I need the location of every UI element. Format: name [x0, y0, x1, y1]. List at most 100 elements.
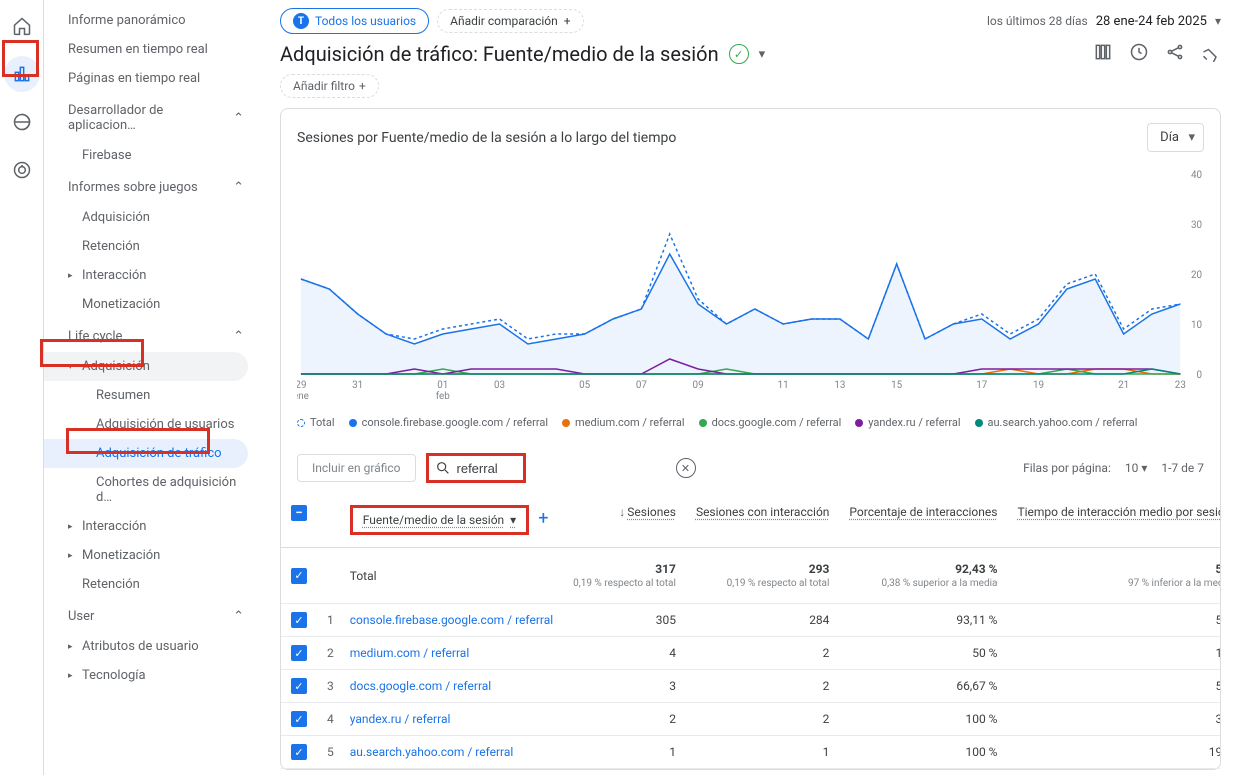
- sidebar-item-retention[interactable]: Retención: [44, 570, 256, 599]
- sidebar-item-games-ret[interactable]: Retención: [44, 232, 256, 261]
- sidebar-item-realtime-summary[interactable]: Resumen en tiempo real: [44, 35, 256, 64]
- svg-text:0: 0: [1196, 370, 1202, 381]
- sidebar-item-games-int[interactable]: ▸Interacción: [44, 261, 256, 290]
- source-link[interactable]: yandex.ru / referral: [350, 712, 451, 726]
- status-check-icon[interactable]: ✓: [729, 44, 749, 64]
- svg-text:40: 40: [1191, 170, 1202, 181]
- select-all-checkbox[interactable]: [291, 505, 307, 521]
- sidebar-item-acq-summary[interactable]: Resumen: [44, 381, 256, 410]
- col-engaged-sessions[interactable]: Sesiones con interacción: [696, 505, 829, 519]
- table-row[interactable]: 1console.firebase.google.com / referral3…: [281, 604, 1220, 637]
- reports-icon[interactable]: [4, 56, 40, 92]
- col-engagement-rate[interactable]: Porcentaje de interacciones: [849, 505, 997, 519]
- svg-text:15: 15: [891, 380, 902, 391]
- svg-text:30: 30: [1191, 220, 1202, 231]
- row-checkbox[interactable]: [291, 744, 307, 760]
- sidebar-item-firebase[interactable]: Firebase: [44, 141, 256, 170]
- sidebar-item-realtime-pages[interactable]: Páginas en tiempo real: [44, 64, 256, 93]
- clear-search-icon[interactable]: ✕: [676, 458, 696, 478]
- legend-item[interactable]: docs.google.com / referral: [699, 416, 842, 429]
- sidebar-section-lifecycle[interactable]: Life cycle⌃: [44, 319, 256, 352]
- add-dimension-button[interactable]: +: [538, 508, 548, 529]
- dimension-select[interactable]: Fuente/medio de la sesión ▾: [350, 505, 529, 535]
- row-checkbox[interactable]: [291, 612, 307, 628]
- share-icon[interactable]: [1165, 42, 1185, 66]
- row-checkbox[interactable]: [291, 568, 307, 584]
- sidebar-item-acquisition[interactable]: ▾Adquisición: [44, 352, 248, 381]
- row-checkbox[interactable]: [291, 711, 307, 727]
- sidebar-section-user[interactable]: User⌃: [44, 599, 256, 632]
- sidebar-item-acq-cohorts[interactable]: Cohortes de adquisición d…: [44, 468, 256, 512]
- rows-per-page-select[interactable]: 10 ▾: [1125, 461, 1148, 475]
- row-checkbox[interactable]: [291, 645, 307, 661]
- svg-text:17: 17: [976, 380, 987, 391]
- advertising-icon[interactable]: [4, 152, 40, 188]
- sidebar-item-tech[interactable]: ▸Tecnología: [44, 661, 256, 690]
- svg-text:21: 21: [1118, 380, 1129, 391]
- table-row[interactable]: 4yandex.ru / referral22100 %3 s: [281, 703, 1220, 736]
- table-row[interactable]: 3docs.google.com / referral3266,67 %5 s: [281, 670, 1220, 703]
- sidebar-item-games-mon[interactable]: Monetización: [44, 290, 256, 319]
- svg-text:10: 10: [1191, 320, 1202, 331]
- edit-icon[interactable]: [1201, 42, 1221, 66]
- table-row[interactable]: 2medium.com / referral4250 %1 s: [281, 637, 1220, 670]
- add-filter-chip[interactable]: Añadir filtro+: [280, 74, 379, 98]
- plus-icon: +: [564, 14, 571, 28]
- period-select[interactable]: Día: [1147, 123, 1204, 152]
- svg-text:01: 01: [437, 380, 448, 391]
- legend-item[interactable]: console.firebase.google.com / referral: [349, 416, 548, 429]
- table-row[interactable]: 5au.search.yahoo.com / referral11100 %19…: [281, 736, 1220, 769]
- table-search[interactable]: [426, 453, 526, 483]
- pager-range: 1-7 de 7: [1161, 461, 1204, 475]
- source-link[interactable]: docs.google.com / referral: [350, 679, 491, 693]
- col-avg-time[interactable]: Tiempo de interacción medio por sesión: [1017, 505, 1220, 519]
- plus-icon: +: [359, 79, 366, 93]
- svg-text:05: 05: [579, 380, 590, 391]
- source-link[interactable]: medium.com / referral: [350, 646, 469, 660]
- source-link[interactable]: au.search.yahoo.com / referral: [350, 745, 514, 759]
- sidebar-item-panoramic[interactable]: Informe panorámico: [44, 6, 256, 35]
- sidebar-item-games-acq[interactable]: Adquisición: [44, 203, 256, 232]
- sidebar-item-acq-traffic[interactable]: Adquisición de tráfico: [44, 439, 248, 468]
- data-table: Fuente/medio de la sesión ▾ + ↓ Sesiones …: [281, 493, 1220, 769]
- svg-text:19: 19: [1033, 380, 1044, 391]
- customize-icon[interactable]: [1093, 42, 1113, 66]
- sidebar-item-monetization[interactable]: ▸Monetización: [44, 541, 256, 570]
- chevron-down-icon[interactable]: ▾: [759, 47, 766, 62]
- rows-per-page-label: Filas por página:: [1023, 461, 1111, 475]
- row-checkbox[interactable]: [291, 678, 307, 694]
- total-label: Total: [344, 548, 563, 604]
- legend-item[interactable]: Total: [297, 416, 335, 429]
- svg-text:31: 31: [352, 380, 363, 391]
- legend-item[interactable]: medium.com / referral: [562, 416, 685, 429]
- comparison-chip-all-users[interactable]: TTodos los usuarios: [280, 8, 429, 34]
- legend-item[interactable]: au.search.yahoo.com / referral: [975, 416, 1138, 429]
- insights-icon[interactable]: [1129, 42, 1149, 66]
- svg-text:29: 29: [297, 380, 306, 391]
- page-title: Adquisición de tráfico: Fuente/medio de …: [280, 42, 719, 66]
- source-link[interactable]: console.firebase.google.com / referral: [350, 613, 553, 627]
- home-icon[interactable]: [4, 8, 40, 44]
- sidebar-section-games[interactable]: Informes sobre juegos⌃: [44, 170, 256, 203]
- legend-item[interactable]: yandex.ru / referral: [855, 416, 960, 429]
- sidebar-item-interaction[interactable]: ▸Interacción: [44, 512, 256, 541]
- col-sessions[interactable]: Sesiones: [627, 505, 676, 519]
- svg-text:13: 13: [834, 380, 845, 391]
- explore-icon[interactable]: [4, 104, 40, 140]
- sidebar-item-acq-users[interactable]: Adquisición de usuarios: [44, 410, 256, 439]
- sidebar-item-user-attrs[interactable]: ▸Atributos de usuario: [44, 632, 256, 661]
- svg-text:07: 07: [636, 380, 647, 391]
- timeseries-chart: 01020304029ene3101feb0305070911131517192…: [297, 166, 1204, 406]
- search-icon: [435, 460, 451, 476]
- include-in-chart-button[interactable]: Incluir en gráfico: [297, 454, 416, 482]
- svg-text:ene: ene: [297, 391, 309, 402]
- chart-legend: Total console.firebase.google.com / refer…: [281, 406, 1220, 443]
- date-range-picker[interactable]: los últimos 28 días 28 ene-24 feb 2025 ▾: [987, 14, 1221, 29]
- sort-arrow-icon[interactable]: ↓: [619, 505, 625, 519]
- search-input[interactable]: [457, 461, 517, 476]
- sidebar-section-developer[interactable]: Desarrollador de aplicacion…⌃: [44, 93, 256, 141]
- date-range-label: los últimos 28 días: [987, 14, 1088, 28]
- svg-text:feb: feb: [436, 391, 450, 402]
- add-comparison-chip[interactable]: Añadir comparación+: [437, 9, 583, 33]
- chevron-down-icon: ▾: [1215, 14, 1221, 28]
